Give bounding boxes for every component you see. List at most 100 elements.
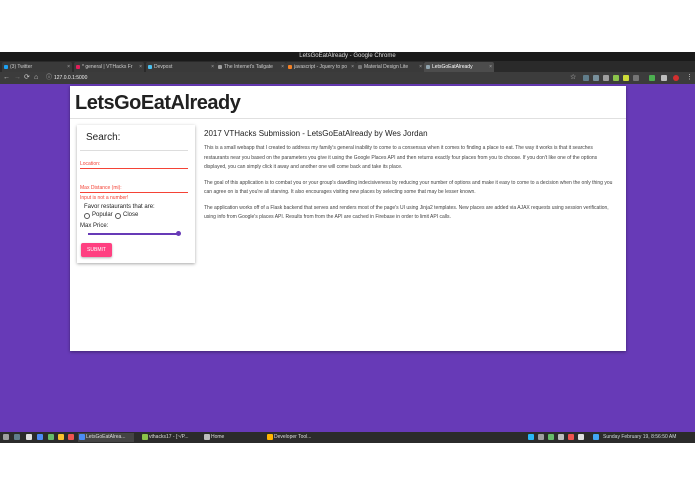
page-icon [426,65,430,69]
taskbar: LetsGoEatAlrea... vthacks17 - [~/P... Ho… [0,432,695,443]
app-icon[interactable] [68,434,74,440]
divider [80,150,188,151]
tray-icon[interactable] [548,434,554,440]
taskbar-item[interactable]: vthacks17 - [~/P... [141,433,201,442]
location-label: Location: [80,161,101,167]
stackoverflow-icon [288,65,292,69]
extension-icon[interactable] [583,75,589,81]
tab-devpost[interactable]: Devpost × [146,62,216,72]
info-icon[interactable]: ⓘ [46,73,52,83]
apps-menu-icon[interactable] [3,434,9,440]
main-card: LetsGoEatAlready Search: Location: Max D… [70,86,626,351]
page-icon [358,65,362,69]
url-field[interactable]: 127.0.0.1:5000 [54,73,574,83]
page-viewport: LetsGoEatAlready Search: Location: Max D… [0,84,695,432]
network-icon[interactable] [593,434,599,440]
tab-mdl[interactable]: Material Design Lite × [356,62,424,72]
close-icon[interactable]: × [211,62,214,72]
taskbar-item[interactable]: Home [203,433,253,442]
extension-icon[interactable] [603,75,609,81]
editor-icon [142,434,148,440]
tab-stackoverflow[interactable]: javascript - Jquery to po × [286,62,356,72]
app-icon[interactable] [48,434,54,440]
close-icon[interactable]: × [419,62,422,72]
forward-icon[interactable]: → [14,73,21,83]
extension-icon[interactable] [673,75,679,81]
devtools-icon [267,434,273,440]
tray-icon[interactable] [568,434,574,440]
tab-label: LetsGoEatAlready [432,64,473,70]
menu-icon[interactable]: ⋮ [686,73,693,83]
taskbar-item[interactable]: LetsGoEatAlrea... [78,433,134,442]
option-close-label: Close [123,212,139,218]
page-icon [218,65,222,69]
tab-letsgoeatalready[interactable]: LetsGoEatAlready × [424,62,494,72]
app-icon[interactable] [58,434,64,440]
tray-icon[interactable] [538,434,544,440]
browser-icon [79,434,85,440]
home-icon[interactable]: ⌂ [34,73,38,83]
tab-label: javascript - Jquery to po [294,64,348,70]
tab-label: The Internet's Tailgate [224,64,273,70]
option-popular-label: Popular [92,212,113,218]
tab-label: Devpost [154,64,173,70]
tab-slack[interactable]: * general | VTHacks Fr × [74,62,144,72]
article-title: 2017 VTHacks Submission - LetsGoEatAlrea… [204,129,428,138]
volume-icon[interactable] [578,434,584,440]
header-divider [70,118,626,119]
taskbar-item-label: Developer Tool... [274,434,312,440]
clock[interactable]: Sunday February 19, 8:56:50 AM [603,433,676,442]
brand-title: LetsGoEatAlready [75,92,241,114]
tray-icon[interactable] [528,434,534,440]
extension-icon[interactable] [613,75,619,81]
article-paragraph: The application works off of a Flask bac… [204,204,609,221]
search-panel: Search: Location: Max Distance (mi): Inp… [77,125,195,263]
close-icon[interactable]: × [489,62,492,72]
window-titlebar: LetsGoEatAlready - Google Chrome [0,52,695,61]
taskbar-item-label: vthacks17 - [~/P... [149,434,189,440]
reload-icon[interactable]: ⟳ [24,73,30,83]
extension-icon[interactable] [649,75,655,81]
taskbar-item[interactable]: Developer Tool... [266,433,328,442]
tray-icon[interactable] [558,434,564,440]
terminal-icon[interactable] [14,434,20,440]
close-icon[interactable]: × [281,62,284,72]
price-slider-thumb[interactable] [176,231,181,236]
files-icon[interactable] [26,434,32,440]
extension-icon[interactable] [623,75,629,81]
tab-label: * general | VTHacks Fr [82,64,133,70]
close-icon[interactable]: × [67,62,70,72]
folder-icon [204,434,210,440]
tab-twitter[interactable]: (3) Twitter × [2,62,72,72]
tab-label: (3) Twitter [10,64,33,70]
search-title: Search: [86,132,121,143]
distance-error: Input is not a number! [80,195,129,201]
slack-icon [76,65,80,69]
price-label: Max Price: [80,223,109,229]
distance-label: Max Distance (mi): [80,185,122,191]
close-icon[interactable]: × [139,62,142,72]
browser-icon[interactable] [37,434,43,440]
location-input[interactable] [80,168,188,169]
favor-label: Favor restaurants that are: [84,204,155,210]
extension-icon[interactable] [633,75,639,81]
taskbar-item-label: Home [211,434,225,440]
star-icon[interactable]: ☆ [570,73,576,83]
submit-button[interactable]: SUBMIT [81,243,112,257]
article-paragraph: This is a small webapp that I created to… [204,145,598,170]
tab-bar: (3) Twitter × * general | VTHacks Fr × D… [0,61,695,72]
radio-popular[interactable] [84,213,90,219]
tab-tailgate[interactable]: The Internet's Tailgate × [216,62,286,72]
extension-icon[interactable] [593,75,599,81]
radio-close[interactable] [115,213,121,219]
price-slider[interactable] [88,233,178,235]
taskbar-item-label: LetsGoEatAlrea... [86,434,126,440]
article-paragraph: The goal of this application is to comba… [204,179,613,196]
distance-input[interactable] [80,192,188,193]
back-icon[interactable]: ← [3,73,10,83]
article: 2017 VTHacks Submission - LetsGoEatAlrea… [204,129,614,229]
tab-label: Material Design Lite [364,64,409,70]
close-icon[interactable]: × [351,62,354,72]
extension-icon[interactable] [661,75,667,81]
twitter-icon [4,65,8,69]
